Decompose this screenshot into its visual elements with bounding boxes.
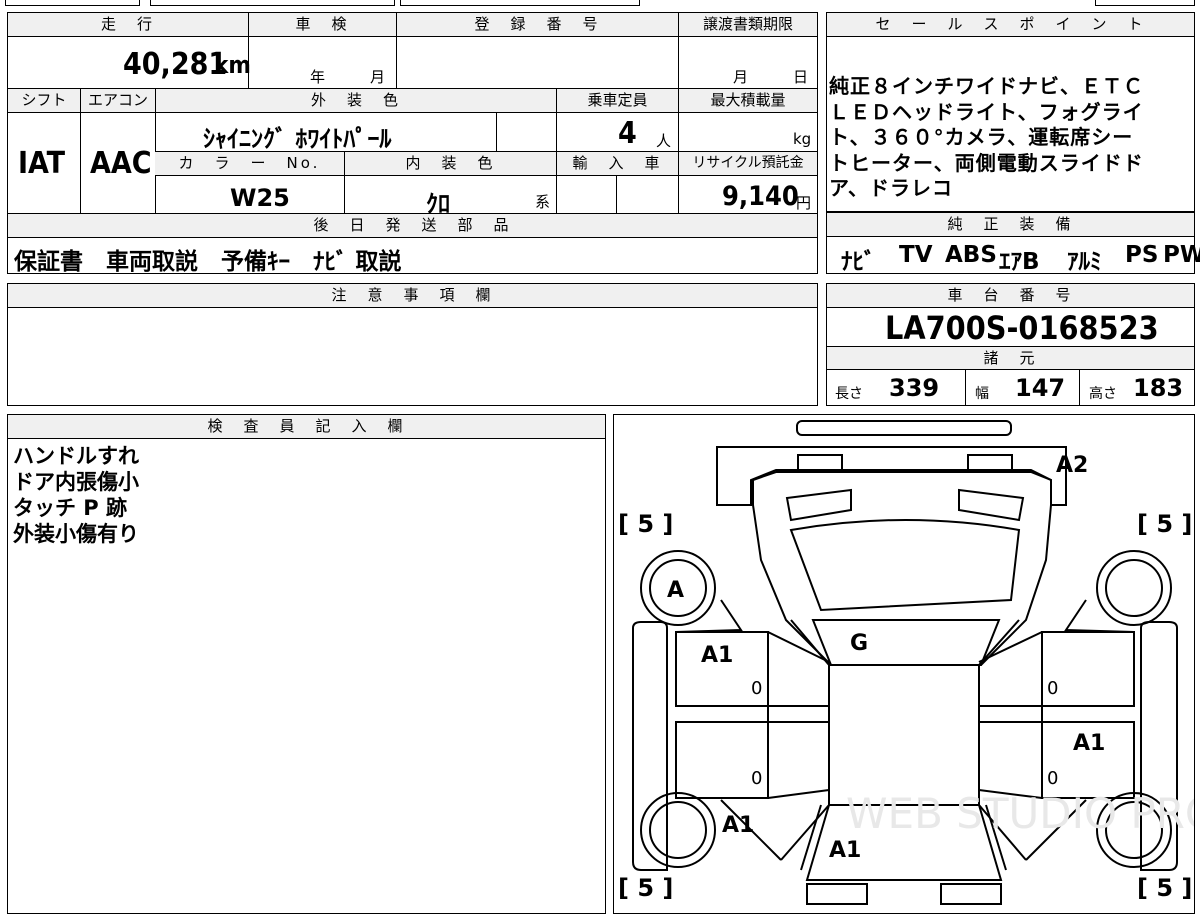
- import-label: 輸 入 車: [556, 152, 678, 176]
- notes-box: 注 意 事 項 欄: [7, 283, 818, 406]
- inspector-note-line: ハンドルすれ: [13, 444, 139, 468]
- equipment-item: ｴｱB: [999, 249, 1040, 275]
- damage-mark-fender-left: A: [667, 578, 684, 603]
- door-zero: 0: [751, 768, 762, 789]
- tire-rear-right: [ 5 ]: [1137, 874, 1192, 902]
- equipment-item: PS: [1125, 242, 1159, 268]
- recycle-label: リサイクル預託金: [678, 152, 817, 176]
- inspector-box: 検 査 員 記 入 欄 ハンドルすれ ドア内張傷小 タッチ P 跡 外装小傷有り: [7, 414, 606, 914]
- shaken-label: 車 検: [248, 13, 396, 37]
- inspector-notes: ハンドルすれ ドア内張傷小 タッチ P 跡 外装小傷有り: [13, 443, 139, 547]
- inspector-note-line: 外装小傷有り: [13, 522, 139, 546]
- interior-color-suffix: 系: [535, 193, 553, 211]
- interior-color-label: 内 装 色: [344, 152, 556, 176]
- door-zero: 0: [1047, 678, 1058, 699]
- vehicle-info-table: 走 行 車 検 登 録 番 号 譲渡書類期限 40,281 km 年 月 月 日…: [7, 12, 818, 275]
- mileage-unit: km: [214, 51, 251, 79]
- door-zero: 0: [1047, 768, 1058, 789]
- color-no-label: カ ラ ー No.: [155, 152, 344, 176]
- inspector-label: 検 査 員 記 入 欄: [8, 415, 605, 439]
- mileage-label: 走 行: [8, 13, 248, 37]
- chassis-number: LA700S-0168523: [885, 309, 1159, 347]
- height-label: 高さ: [1089, 386, 1117, 402]
- capacity-value: 4: [618, 116, 637, 151]
- notes-label: 注 意 事 項 欄: [8, 284, 817, 308]
- watermark: WEB STUDIO PRO: [846, 789, 1194, 838]
- equipment-label: 純 正 装 備: [827, 213, 1194, 237]
- shaken-year-unit: 年: [310, 68, 328, 86]
- transfer-deadline-label: 譲渡書類期限: [678, 13, 817, 37]
- transfer-month-unit: 月: [733, 68, 751, 86]
- sales-point-line: ＬＥＤヘッドライト、フォグライ: [829, 99, 1144, 124]
- top-strip: [0, 0, 1200, 6]
- aircon-value: AAC: [90, 146, 152, 181]
- car-diagram-box: WEB STUDIO PRO [ 5 ] [ 5 ] [ 5 ] [ 5 ] A…: [613, 414, 1195, 914]
- shaken-month-unit: 月: [370, 68, 388, 86]
- max-load-unit: kg: [793, 130, 812, 148]
- equipment-item: TV: [899, 242, 933, 268]
- sales-point-line: 純正８インチワイドナビ、ＥＴＣ: [829, 74, 1144, 98]
- shift-label: シフト: [8, 89, 80, 113]
- car-diagram: WEB STUDIO PRO [ 5 ] [ 5 ] [ 5 ] [ 5 ] A…: [618, 420, 1194, 905]
- sales-points-label: セ ー ル ス ポ イ ン ト: [827, 13, 1194, 37]
- tire-front-right: [ 5 ]: [1137, 510, 1192, 538]
- chassis-box: 車 台 番 号 LA700S-0168523 諸 元 長さ 339 幅 147 …: [826, 283, 1195, 406]
- exterior-color-label: 外 装 色: [155, 89, 556, 113]
- damage-mark-windshield: G: [850, 631, 868, 656]
- sales-point-line: ト、３６０°カメラ、運転席シー: [829, 125, 1134, 149]
- inspector-note-line: タッチ P 跡: [13, 496, 128, 520]
- width-label: 幅: [975, 386, 989, 402]
- equipment-item: ﾅﾋﾞ: [841, 249, 876, 275]
- recycle-unit: 円: [796, 194, 812, 212]
- inspector-note-line: ドア内張傷小: [13, 470, 139, 494]
- color-no-value: W25: [230, 184, 290, 212]
- tire-rear-left: [ 5 ]: [618, 874, 673, 902]
- shift-value: IAT: [18, 146, 66, 181]
- height-value: 183: [1133, 374, 1184, 402]
- transfer-day-unit: 日: [793, 68, 811, 86]
- equipment-box: 純 正 装 備 ﾅﾋﾞ TV ABS ｴｱB ｱﾙﾐ PS PW: [826, 212, 1200, 275]
- later-parts-label: 後 日 発 送 部 品: [8, 214, 817, 238]
- specs-label: 諸 元: [827, 346, 1194, 370]
- length-value: 339: [889, 374, 940, 402]
- damage-mark-front: A2: [1056, 453, 1088, 478]
- max-load-label: 最大積載量: [678, 89, 817, 113]
- capacity-label: 乗車定員: [556, 89, 678, 113]
- damage-mark-rear: A1: [829, 838, 861, 863]
- sales-point-line: ア、ドラレコ: [829, 176, 953, 200]
- equipment-item: ABS: [945, 242, 997, 268]
- chassis-label: 車 台 番 号: [827, 284, 1194, 308]
- damage-mark-door-rear-right: A1: [1073, 731, 1105, 756]
- equipment-item: ｱﾙﾐ: [1067, 249, 1102, 275]
- sales-points-box: セ ー ル ス ポ イ ン ト 純正８インチワイドナビ、ＥＴＣ ＬＥＤヘッドライ…: [826, 12, 1195, 212]
- recycle-value: 9,140: [722, 181, 799, 212]
- capacity-unit: 人: [656, 132, 674, 150]
- reg-number-label: 登 録 番 号: [396, 13, 678, 37]
- damage-mark-door-front-left: A1: [701, 643, 733, 668]
- door-zero: 0: [751, 678, 762, 699]
- sales-point-line: トヒーター、両側電動スライドド: [829, 150, 1144, 175]
- length-label: 長さ: [835, 386, 863, 402]
- mileage-value: 40,281: [123, 47, 228, 82]
- sales-points-text: 純正８インチワイドナビ、ＥＴＣ ＬＥＤヘッドライト、フォグライ ト、３６０°カメ…: [829, 74, 1144, 202]
- tire-front-left: [ 5 ]: [618, 510, 673, 538]
- width-value: 147: [1015, 374, 1066, 402]
- damage-mark-rear-fender-left: A1: [722, 813, 754, 838]
- later-parts-value: 保証書 車両取説 予備ｷｰ ﾅﾋﾞ 取説: [14, 249, 402, 275]
- exterior-color-value: ｼｬｲﾆﾝｸﾞ ﾎﾜｲﾄﾊﾟｰﾙ: [203, 125, 392, 153]
- equipment-item: PW: [1163, 242, 1200, 268]
- aircon-label: エアコン: [80, 89, 155, 113]
